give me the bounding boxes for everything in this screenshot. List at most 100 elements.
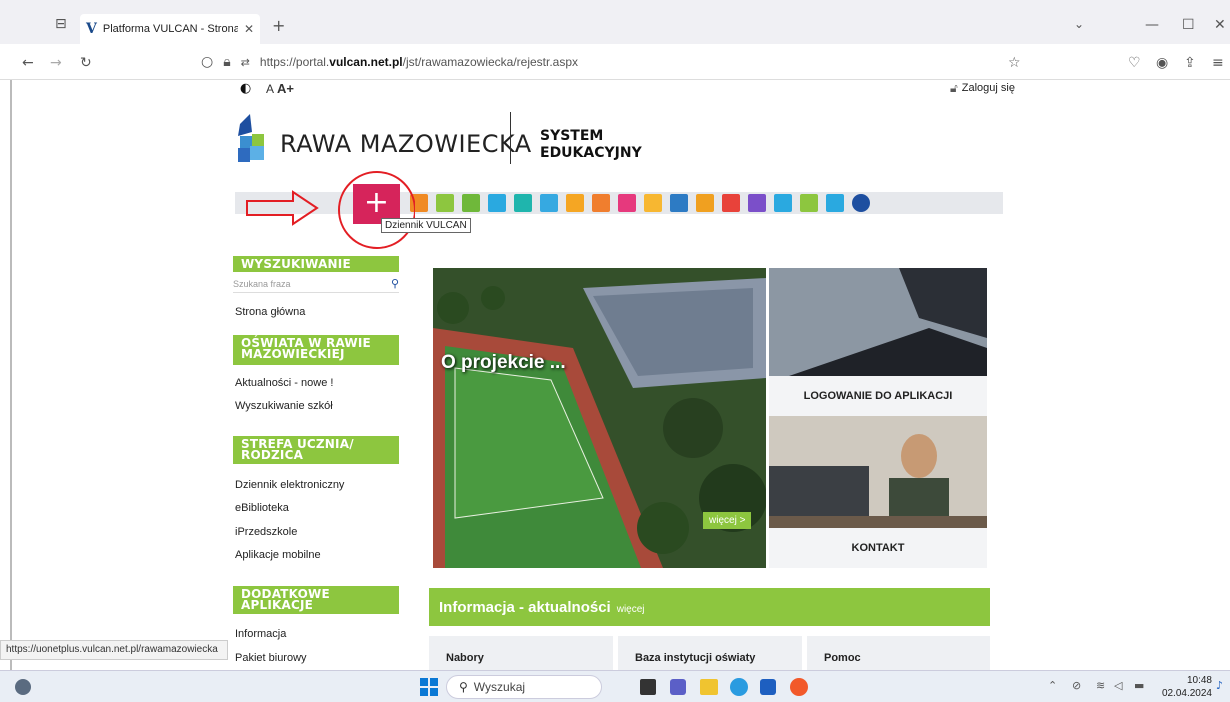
app-icon-10[interactable] xyxy=(644,194,662,212)
hero-image[interactable]: O projekcie ... więcej > xyxy=(433,268,766,568)
hero-more-button[interactable]: więcej > xyxy=(703,512,752,529)
sidebar-link-ebiblioteka[interactable]: eBiblioteka xyxy=(235,502,289,514)
maximize-icon[interactable]: ☐ xyxy=(1182,18,1195,32)
box-nabory[interactable]: Nabory xyxy=(429,636,613,670)
taskbar-search[interactable]: ⚲ Wyszukaj xyxy=(446,675,602,699)
clock-date: 02.04.2024 xyxy=(1161,688,1212,699)
app-icon-2[interactable] xyxy=(436,194,454,212)
shield-icon[interactable]: ○ xyxy=(201,55,213,69)
clock-time: 10:48 xyxy=(1186,675,1212,686)
firefox-icon[interactable] xyxy=(790,678,808,696)
edge-icon[interactable] xyxy=(730,678,748,696)
chevron-down-icon[interactable]: ⌄ xyxy=(1074,18,1084,30)
box-institution-database[interactable]: Baza instytucji oświaty xyxy=(618,636,802,670)
font-size-normal[interactable]: A xyxy=(266,82,274,96)
news-bar: Informacja - aktualności więcej xyxy=(429,588,990,626)
menu-icon[interactable]: ≡ xyxy=(1212,56,1224,70)
battery-icon[interactable]: ▬ xyxy=(1134,680,1144,691)
wifi-icon[interactable]: ≋ xyxy=(1096,680,1105,691)
vulcan-favicon-icon: V xyxy=(86,21,97,37)
url-text[interactable]: https://portal.vulcan.net.pl/jst/rawamaz… xyxy=(260,55,578,69)
app-icon-9[interactable] xyxy=(618,194,636,212)
address-bar[interactable]: ○ 🔒︎ ⇄ https://portal.vulcan.net.pl/jst/… xyxy=(195,48,1025,76)
volume-icon[interactable]: ◁ xyxy=(1114,680,1122,691)
sidebar-link-home[interactable]: Strona główna xyxy=(235,306,305,318)
file-explorer-icon[interactable] xyxy=(700,679,718,695)
sidebar-link-iprzedszkole[interactable]: iPrzedszkole xyxy=(235,526,297,538)
store-icon[interactable] xyxy=(760,679,776,695)
app-icon-7[interactable] xyxy=(566,194,584,212)
page-left-border xyxy=(10,80,12,670)
app-icon-12[interactable] xyxy=(696,194,714,212)
close-window-icon[interactable]: ✕ xyxy=(1214,18,1226,32)
login-link[interactable]: 🔓︎ Zaloguj się xyxy=(950,82,1015,94)
clock[interactable]: 10:48 02.04.2024 xyxy=(1160,674,1212,700)
reload-icon[interactable]: ↻ xyxy=(80,56,92,70)
extensions-icon[interactable]: ⇪ xyxy=(1184,56,1196,70)
notification-bell-icon[interactable]: ♪ xyxy=(1216,680,1223,691)
contrast-icon[interactable]: ◐ xyxy=(240,82,251,95)
search-icon: ⚲ xyxy=(459,680,468,694)
tooltip: Dziennik VULCAN xyxy=(381,218,471,233)
app-icon-3[interactable] xyxy=(462,194,480,212)
education-heading-line2: MAZOWIECKIEJ xyxy=(241,347,345,361)
sidebar-link-school-search[interactable]: Wyszukiwanie szkół xyxy=(235,400,333,412)
education-heading: OŚWIATA W RAWIE MAZOWIECKIEJ xyxy=(233,335,399,365)
pocket-icon[interactable]: ♡ xyxy=(1128,56,1141,70)
logo-text: RAWA MAZOWIECKA xyxy=(280,130,532,158)
sidebar-link-news[interactable]: Aktualności - nowe ! xyxy=(235,377,333,389)
forward-icon[interactable]: → xyxy=(50,56,62,70)
search-input[interactable]: Szukana fraza ⚲ xyxy=(233,275,399,293)
tab-title: Platforma VULCAN - Strona głó xyxy=(102,23,238,35)
sidebar-link-mobile-apps[interactable]: Aplikacje mobilne xyxy=(235,549,321,561)
system-title: SYSTEM EDUKACYJNY xyxy=(540,128,642,162)
tab-list-icon[interactable]: ⊟ xyxy=(55,17,67,31)
app-icon-8[interactable] xyxy=(592,194,610,212)
vat-icon[interactable] xyxy=(852,194,870,212)
url-path: /jst/rawamazowiecka/rejestr.aspx xyxy=(402,55,579,69)
start-icon[interactable] xyxy=(420,678,438,696)
widgets-icon[interactable] xyxy=(15,679,31,695)
app-icon-15[interactable] xyxy=(774,194,792,212)
system-title-line2: EDUKACYJNY xyxy=(540,145,642,161)
apps-heading-line2: APLIKACJE xyxy=(241,598,314,612)
network-status-icon[interactable]: ⊘ xyxy=(1072,680,1081,691)
student-heading-line2: RODZICA xyxy=(241,448,304,462)
teams-icon[interactable] xyxy=(670,679,686,695)
font-size-larger[interactable]: A+ xyxy=(277,81,294,96)
contact-image[interactable] xyxy=(769,416,987,528)
minimize-icon[interactable]: — xyxy=(1145,18,1159,32)
laptop-image[interactable] xyxy=(769,268,987,376)
back-icon[interactable]: ← xyxy=(22,56,34,70)
app-icon-16[interactable] xyxy=(800,194,818,212)
search-icon[interactable]: ⚲ xyxy=(391,278,399,289)
task-view-icon[interactable] xyxy=(640,679,656,695)
news-bar-more-link[interactable]: więcej xyxy=(617,604,645,615)
account-icon[interactable]: ◉ xyxy=(1156,56,1168,70)
lock-icon[interactable]: 🔒︎ xyxy=(223,55,230,69)
student-heading: STREFA UCZNIA/ RODZICA xyxy=(233,436,399,464)
web-page: ◐ A A+ 🔓︎ Zaloguj się RAWA MAZOWIECKA SY… xyxy=(0,80,1230,670)
app-icon-6[interactable] xyxy=(540,194,558,212)
contact-card[interactable]: KONTAKT xyxy=(769,528,987,568)
app-icon-11[interactable] xyxy=(670,194,688,212)
login-apps-card[interactable]: LOGOWANIE DO APLIKACJI xyxy=(769,376,987,416)
annotation-arrow-icon xyxy=(246,171,415,249)
chevron-up-icon[interactable]: ⌃ xyxy=(1048,680,1057,691)
close-tab-icon[interactable]: ✕ xyxy=(244,23,254,35)
logo-divider xyxy=(510,112,511,164)
app-icon-13[interactable] xyxy=(722,194,740,212)
sidebar-link-office-suite[interactable]: Pakiet biurowy xyxy=(235,652,307,664)
app-icon-5[interactable] xyxy=(514,194,532,212)
app-icon-4[interactable] xyxy=(488,194,506,212)
new-tab-button[interactable]: + xyxy=(272,18,285,34)
app-icon-17[interactable] xyxy=(826,194,844,212)
sidebar-link-electronic-diary[interactable]: Dziennik elektroniczny xyxy=(235,479,344,491)
rawa-logo-icon xyxy=(238,114,264,162)
app-icon-14[interactable] xyxy=(748,194,766,212)
permissions-icon[interactable]: ⇄ xyxy=(241,57,250,68)
browser-tab[interactable]: V Platforma VULCAN - Strona głó ✕ xyxy=(80,14,260,44)
status-url: https://uonetplus.vulcan.net.pl/rawamazo… xyxy=(0,640,228,660)
sidebar-link-information[interactable]: Informacja xyxy=(235,628,286,640)
box-help[interactable]: Pomoc xyxy=(807,636,990,670)
